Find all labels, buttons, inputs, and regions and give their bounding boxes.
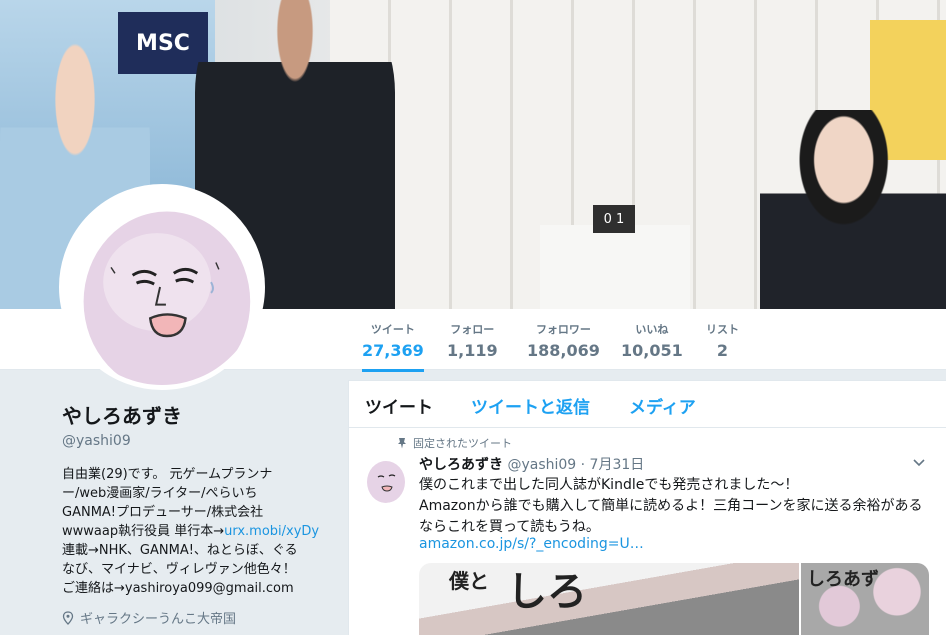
bio-line: ー/web漫画家/ライター/ぺらいち [62,486,258,501]
tweet-avatar-face-icon [361,455,409,503]
location-pin-icon [62,610,74,625]
tweet-link[interactable]: amazon.co.jp/s/?_encoding=U… [419,536,644,552]
tab-tweets[interactable]: ツイート [365,393,433,418]
stat-followers-value: 188,069 [527,341,600,360]
tweet-text-line: Amazonから誰でも購入して簡単に読めるよ！三角コーンを家に送る余裕がある [419,498,923,514]
profile-name[interactable]: やしろあずき [62,400,332,429]
tweet-author-handle[interactable]: @yashi09 [507,457,576,473]
tab-media[interactable]: メディア [629,393,696,418]
banner-person-3 [760,110,946,309]
stat-following-value: 1,119 [447,341,498,360]
avatar-face-icon [64,189,260,385]
banner-date-cube: 0 1 [593,205,635,233]
tweet-media-image-1[interactable]: 僕と しろ [419,563,799,635]
bio-link[interactable]: urx.mobi/xyDy [224,524,319,539]
stat-tweets[interactable]: ツイート 27,369 [362,321,424,372]
stat-tweets-value: 27,369 [362,341,424,360]
profile-handle[interactable]: @yashi09 [62,433,332,449]
tweet-text: 僕のこれまで出した同人誌がKindleでも発売されました〜！ Amazonから誰… [419,475,929,538]
tweet-media-image-2[interactable]: しろあず [801,563,929,635]
stat-likes-label: いいね [635,323,669,336]
stat-likes-value: 10,051 [621,341,683,360]
bio-line: ご連絡は→yashiroya099@gmail.com [62,581,294,596]
stat-following[interactable]: フォロー 1,119 [447,321,498,360]
media-text-1: 僕と [449,569,489,593]
bio-line: wwwaap執行役員 単行本→ [62,524,225,539]
stat-followers[interactable]: フォロワー 188,069 [527,321,600,360]
tweet-text-line: 僕のこれまで出した同人誌がKindleでも発売されました〜！ [419,477,799,493]
media-text-3: しろあず [807,569,879,590]
profile-bio: 自由業(29)です。 元ゲームプランナ ー/web漫画家/ライター/ぺらいち G… [62,465,332,598]
stat-lists[interactable]: リスト 2 [706,321,739,360]
stat-lists-value: 2 [716,341,729,360]
timeline: ツイート ツイートと返信 メディア 固定されたツイート やしろあずき @yash… [348,380,946,635]
profile-card: やしろあずき @yashi09 自由業(29)です。 元ゲームプランナ ー/we… [62,400,332,627]
tweet-header: やしろあずき @yashi09 · 7月31日 [419,454,644,474]
tweet-author-name[interactable]: やしろあずき [419,457,503,473]
stat-lists-label: リスト [706,323,739,336]
stat-following-label: フォロー [450,323,495,336]
banner-table [540,225,690,309]
tweet-media[interactable]: 僕と しろ しろあず [419,563,929,635]
tweet-menu-chevron-down-icon[interactable] [913,455,925,471]
profile-location-text: ギャラクシーうんこ大帝国 [80,612,237,627]
profile-avatar[interactable] [59,184,265,390]
tweet-date[interactable]: · 7月31日 [581,457,645,473]
timeline-tabs: ツイート ツイートと返信 メディア [349,381,946,428]
pin-icon [398,438,406,449]
stat-likes[interactable]: いいね 10,051 [621,321,683,360]
tab-tweets-and-replies[interactable]: ツイートと返信 [471,393,590,418]
media-text-2: しろ [507,568,587,615]
bio-line: なび、マイナビ、ヴィレヴァン他色々！ [62,562,296,577]
profile-location: ギャラクシーうんこ大帝国 [62,608,332,627]
pinned-tweet-label: 固定されたツイート [397,435,512,451]
bio-line: GANMA!プロデューサー/株式会社 [62,505,264,520]
stat-tweets-label: ツイート [370,323,415,336]
bio-line: 自由業(29)です。 元ゲームプランナ [62,467,273,482]
stat-followers-label: フォロワー [535,323,591,336]
bio-line: 連載→NHK、GANMA!、ねとらぼ、ぐる [62,543,298,558]
tweet-text-line: ならこれを買って読もうね。 [419,519,600,535]
tweet-avatar[interactable] [361,455,409,503]
pinned-tweet-text: 固定されたツイート [413,437,512,450]
